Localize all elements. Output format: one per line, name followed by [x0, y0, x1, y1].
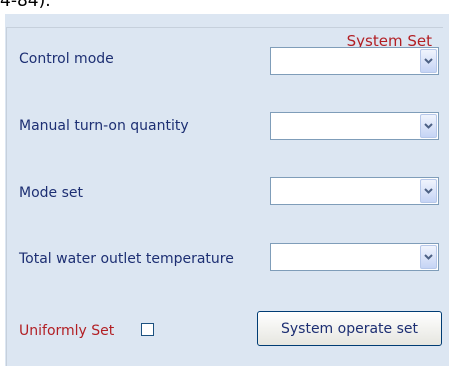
- system-set-panel: System Set Control mode Manual turn-on q…: [5, 14, 449, 366]
- chevron-down-icon[interactable]: [420, 49, 437, 73]
- chevron-down-icon[interactable]: [420, 245, 437, 269]
- total-water-outlet-temperature-select[interactable]: [270, 243, 439, 271]
- uniformly-set-label: Uniformly Set: [19, 323, 115, 339]
- control-mode-label: Control mode: [19, 51, 114, 67]
- manual-turn-on-quantity-label: Manual turn-on quantity: [19, 118, 189, 134]
- control-mode-select[interactable]: [270, 47, 439, 75]
- truncated-document-text: 4-84).: [0, 0, 51, 11]
- mode-set-label: Mode set: [19, 185, 83, 201]
- total-water-outlet-temperature-label: Total water outlet temperature: [19, 251, 234, 267]
- mode-set-select[interactable]: [270, 177, 439, 205]
- uniformly-set-checkbox[interactable]: [141, 323, 154, 336]
- manual-turn-on-quantity-select[interactable]: [270, 112, 439, 140]
- system-operate-set-button[interactable]: System operate set: [257, 311, 442, 346]
- chevron-down-icon[interactable]: [420, 114, 437, 138]
- chevron-down-icon[interactable]: [420, 179, 437, 203]
